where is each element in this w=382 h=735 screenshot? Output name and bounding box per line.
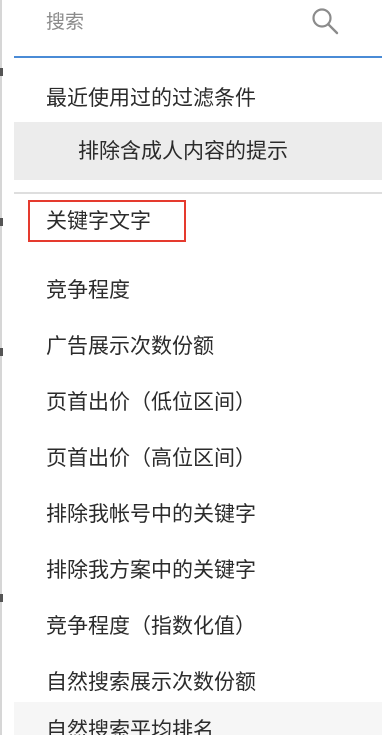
filter-item-label: 自然搜索平均排名 [46, 718, 214, 735]
filter-item-label: 关键字文字 [46, 209, 151, 233]
left-tick-mark [0, 594, 3, 602]
filter-item-label: 竞争程度 [46, 278, 130, 302]
search-input[interactable] [14, 0, 346, 44]
exclude-adult-content-option[interactable]: 排除含成人内容的提示 [14, 122, 382, 180]
filter-item-label: 页首出价（低位区间） [46, 390, 256, 414]
left-tick-mark [0, 218, 3, 226]
search-row [0, 0, 382, 58]
left-edge-line [0, 0, 2, 735]
filter-item-label: 竞争程度（指数化值） [46, 614, 256, 638]
recent-filters-heading: 最近使用过的过滤条件 [46, 86, 256, 110]
filter-dropdown-panel: 最近使用过的过滤条件 排除含成人内容的提示 关键字文字 竞争程度 广告展示次数份… [0, 0, 382, 735]
section-divider [14, 192, 382, 194]
search-icon[interactable] [310, 6, 340, 36]
filter-item-label: 广告展示次数份额 [46, 334, 214, 358]
filter-item-exclude-account-keywords[interactable]: 排除我帐号中的关键字 [14, 486, 382, 542]
filter-item-keyword-text[interactable]: 关键字文字 [28, 200, 186, 242]
filter-item-label: 排除我方案中的关键字 [46, 558, 256, 582]
left-tick-mark [0, 68, 3, 76]
left-tick-mark [0, 348, 3, 356]
search-underline [14, 56, 382, 58]
filter-item-top-bid-high[interactable]: 页首出价（高位区间） [14, 430, 382, 486]
filter-item-ad-impression-share[interactable]: 广告展示次数份额 [14, 318, 382, 374]
exclude-adult-content-label: 排除含成人内容的提示 [78, 139, 288, 163]
filter-item-label: 排除我帐号中的关键字 [46, 502, 256, 526]
filter-item-top-bid-low[interactable]: 页首出价（低位区间） [14, 374, 382, 430]
filter-item-competition-indexed[interactable]: 竞争程度（指数化值） [14, 598, 382, 654]
filter-item-label: 页首出价（高位区间） [46, 446, 256, 470]
filter-item-exclude-plan-keywords[interactable]: 排除我方案中的关键字 [14, 542, 382, 598]
filter-item-organic-avg-position[interactable]: 自然搜索平均排名 [14, 702, 382, 735]
filter-item-competition[interactable]: 竞争程度 [14, 262, 382, 318]
